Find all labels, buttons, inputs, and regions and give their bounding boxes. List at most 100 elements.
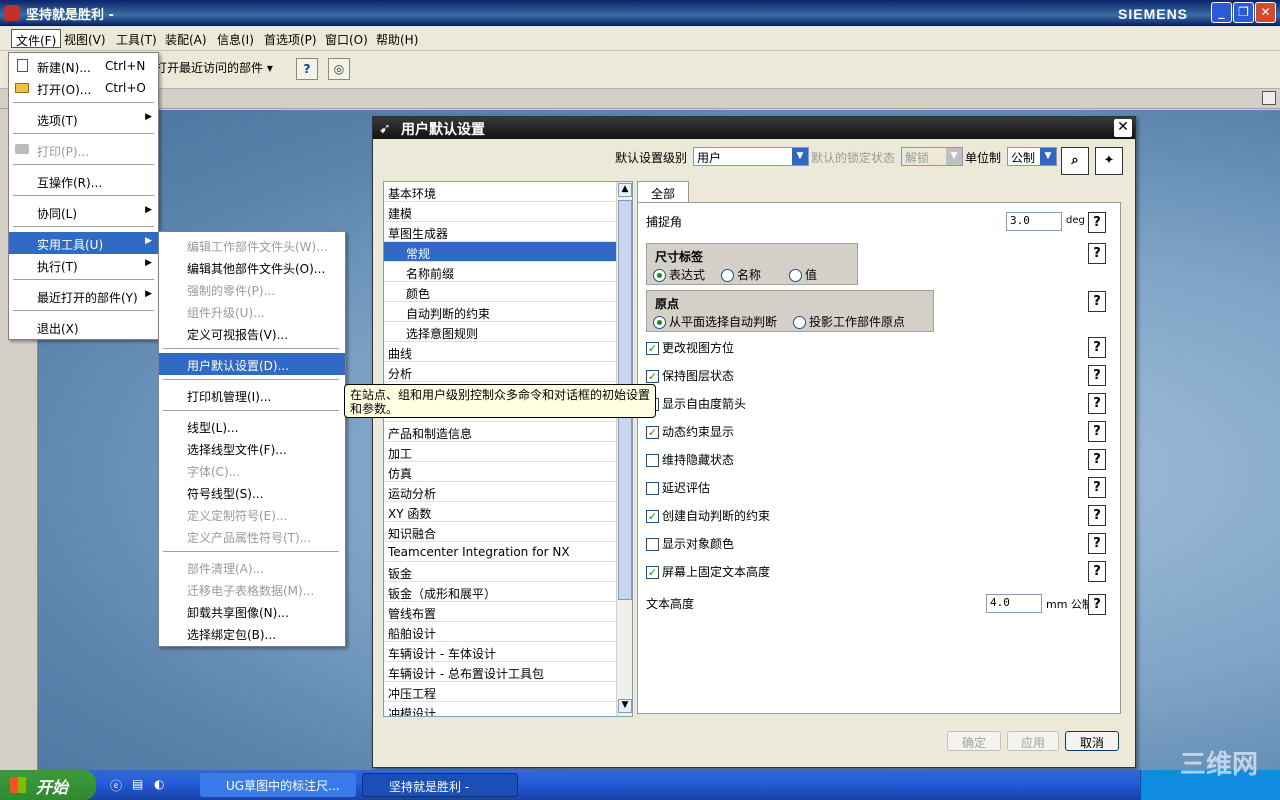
menu-item-execute[interactable]: 执行(T) ▶ (9, 254, 158, 276)
menu-item-open[interactable]: 打开(O)... Ctrl+O (9, 77, 158, 99)
tab-all[interactable]: 全部 (637, 181, 689, 203)
level-select[interactable]: 用户 ▼ (693, 147, 809, 166)
radio-auto-infer[interactable]: 从平面选择自动判断 (653, 313, 777, 330)
checkbox[interactable]: ✓ (646, 566, 659, 579)
checkbox[interactable] (646, 538, 659, 551)
cancel-button[interactable]: 取消 (1065, 731, 1119, 751)
tree-item[interactable]: 基本环境 (384, 182, 616, 202)
menu-item-interop[interactable]: 互操作(R)... (9, 170, 158, 192)
checkbox-row[interactable]: ✓显示自由度箭头 (646, 395, 1086, 415)
tree-item[interactable]: 颜色 (384, 282, 616, 302)
help-icon[interactable]: ? (1088, 477, 1106, 498)
tree-item[interactable]: 知识融合 (384, 522, 616, 542)
menu-help[interactable]: 帮助(H) (372, 29, 422, 48)
tree-item[interactable]: Teamcenter Integration for NX (384, 542, 616, 562)
tree-item[interactable]: 仿真 (384, 462, 616, 482)
ie-icon[interactable]: ⓔ (110, 777, 122, 794)
tree-item[interactable]: 分析 (384, 362, 616, 382)
tree-item[interactable]: 产品和制造信息 (384, 422, 616, 442)
dialog-close-button[interactable]: ✕ (1114, 119, 1132, 137)
util-item[interactable]: 线型(L)... (159, 415, 345, 437)
help-icon[interactable]: ? (1088, 505, 1106, 526)
util-item[interactable]: 选择线型文件(F)... (159, 437, 345, 459)
tree-item[interactable]: 选择意图规则 (384, 322, 616, 342)
start-button[interactable]: 开始 (0, 770, 96, 800)
checkbox-row[interactable]: 延迟评估 (646, 479, 1086, 499)
taskbar-item[interactable]: UG草图中的标注尺... (200, 773, 356, 797)
tree-item[interactable]: 钣金（成形和展平） (384, 582, 616, 602)
tree-item[interactable]: XY 函数 (384, 502, 616, 522)
tree-item[interactable]: 自动判断的约束 (384, 302, 616, 322)
help-icon[interactable]: ? (1088, 449, 1106, 470)
help-icon[interactable]: ? (1088, 421, 1106, 442)
tree-scrollbar[interactable]: ▲ ▼ (616, 182, 632, 716)
settings-wizard-icon[interactable]: ✦ (1095, 147, 1123, 175)
binoculars-icon[interactable]: ◎ (328, 58, 350, 80)
util-item-user-defaults[interactable]: 用户默认设置(D)... (159, 353, 345, 375)
radio-name[interactable]: 名称 (721, 266, 761, 283)
checkbox[interactable] (646, 454, 659, 467)
snap-angle-input[interactable]: 3.0 (1006, 212, 1062, 231)
recent-parts-button[interactable]: 打开最近访问的部件 ▾ (155, 59, 273, 76)
find-binoculars-icon[interactable]: ⌕ (1061, 147, 1089, 175)
tree-item[interactable]: 冲模设计 (384, 702, 616, 716)
help-icon[interactable]: ? (1088, 365, 1106, 386)
radio-value[interactable]: 值 (789, 266, 817, 283)
tree-item[interactable]: 草图生成器 (384, 222, 616, 242)
tree-item[interactable]: 船舶设计 (384, 622, 616, 642)
menu-view[interactable]: 视图(V) (60, 29, 110, 48)
tree-item[interactable]: 车辆设计 - 车体设计 (384, 642, 616, 662)
checkbox-row[interactable]: ✓ 更改视图方位 (646, 339, 1086, 359)
close-button[interactable]: ✕ (1255, 2, 1276, 23)
media-icon[interactable]: ◐ (154, 777, 164, 791)
tree-item-general[interactable]: 常规 (384, 242, 616, 262)
help-icon[interactable]: ? (1088, 212, 1106, 233)
tree-item[interactable]: 建模 (384, 202, 616, 222)
menu-item-collab[interactable]: 协同(L) ▶ (9, 201, 158, 223)
checkbox[interactable] (646, 482, 659, 495)
menu-file[interactable]: 文件(F) (11, 29, 62, 48)
checkbox-row[interactable]: ✓ 创建自动判断的约束 (646, 507, 1086, 527)
menu-item-recent[interactable]: 最近打开的部件(Y) ▶ (9, 285, 158, 307)
menu-info[interactable]: 信息(I) (213, 29, 258, 48)
menu-item-utilities[interactable]: 实用工具(U) ▶ (9, 232, 158, 254)
text-height-input[interactable]: 4.0 (986, 594, 1042, 613)
help-icon[interactable]: ? (1088, 337, 1106, 358)
help-icon[interactable]: ? (1088, 533, 1106, 554)
radio-project-origin[interactable]: 投影工作部件原点 (793, 313, 905, 330)
help-icon[interactable]: ? (1088, 291, 1106, 312)
checkbox-row[interactable]: 显示对象颜色 (646, 535, 1086, 555)
util-item[interactable]: 定义可视报告(V)... (159, 322, 345, 344)
checkbox[interactable]: ✓ (646, 370, 659, 383)
checkbox-row[interactable]: ✓ 保持图层状态 (646, 367, 1086, 387)
tree-item[interactable]: 车辆设计 - 总布置设计工具包 (384, 662, 616, 682)
help-icon[interactable]: ? (1088, 561, 1106, 582)
menu-assembly[interactable]: 装配(A) (161, 29, 211, 48)
util-item[interactable]: 编辑其他部件文件头(O)... (159, 256, 345, 278)
menu-item-new[interactable]: 新建(N)... Ctrl+N (9, 55, 158, 77)
tree-item[interactable]: 管线布置 (384, 602, 616, 622)
util-item[interactable]: 符号线型(S)... (159, 481, 345, 503)
maximize-view-icon[interactable] (1262, 91, 1276, 105)
checkbox[interactable]: ✓ (646, 342, 659, 355)
radio-expression[interactable]: 表达式 (653, 266, 705, 283)
dialog-title-bar[interactable]: ➹ 用户默认设置 ✕ (373, 117, 1135, 139)
checkbox-row[interactable]: ✓ 动态约束显示 (646, 423, 1086, 443)
minimize-button[interactable]: _ (1211, 2, 1232, 23)
tree-item[interactable]: 加工 (384, 442, 616, 462)
checkbox[interactable]: ✓ (646, 510, 659, 523)
tree-item[interactable]: 运动分析 (384, 482, 616, 502)
menu-item-options[interactable]: 选项(T) ▶ (9, 108, 158, 130)
explorer-icon[interactable]: ▤ (132, 777, 143, 791)
util-item[interactable]: 卸载共享图像(N)... (159, 600, 345, 622)
help-icon[interactable]: ? (1088, 594, 1106, 615)
tree-item[interactable]: 名称前缀 (384, 262, 616, 282)
scroll-down-icon[interactable]: ▼ (618, 699, 632, 713)
checkbox[interactable]: ✓ (646, 426, 659, 439)
tree-item[interactable]: 钣金 (384, 562, 616, 582)
checkbox-row[interactable]: ✓ 屏幕上固定文本高度 (646, 563, 1086, 583)
util-item[interactable]: 打印机管理(I)... (159, 384, 345, 406)
menu-window[interactable]: 窗口(O) (321, 29, 372, 48)
menu-item-exit[interactable]: 退出(X) (9, 316, 158, 338)
help-icon[interactable]: ? (296, 58, 318, 80)
